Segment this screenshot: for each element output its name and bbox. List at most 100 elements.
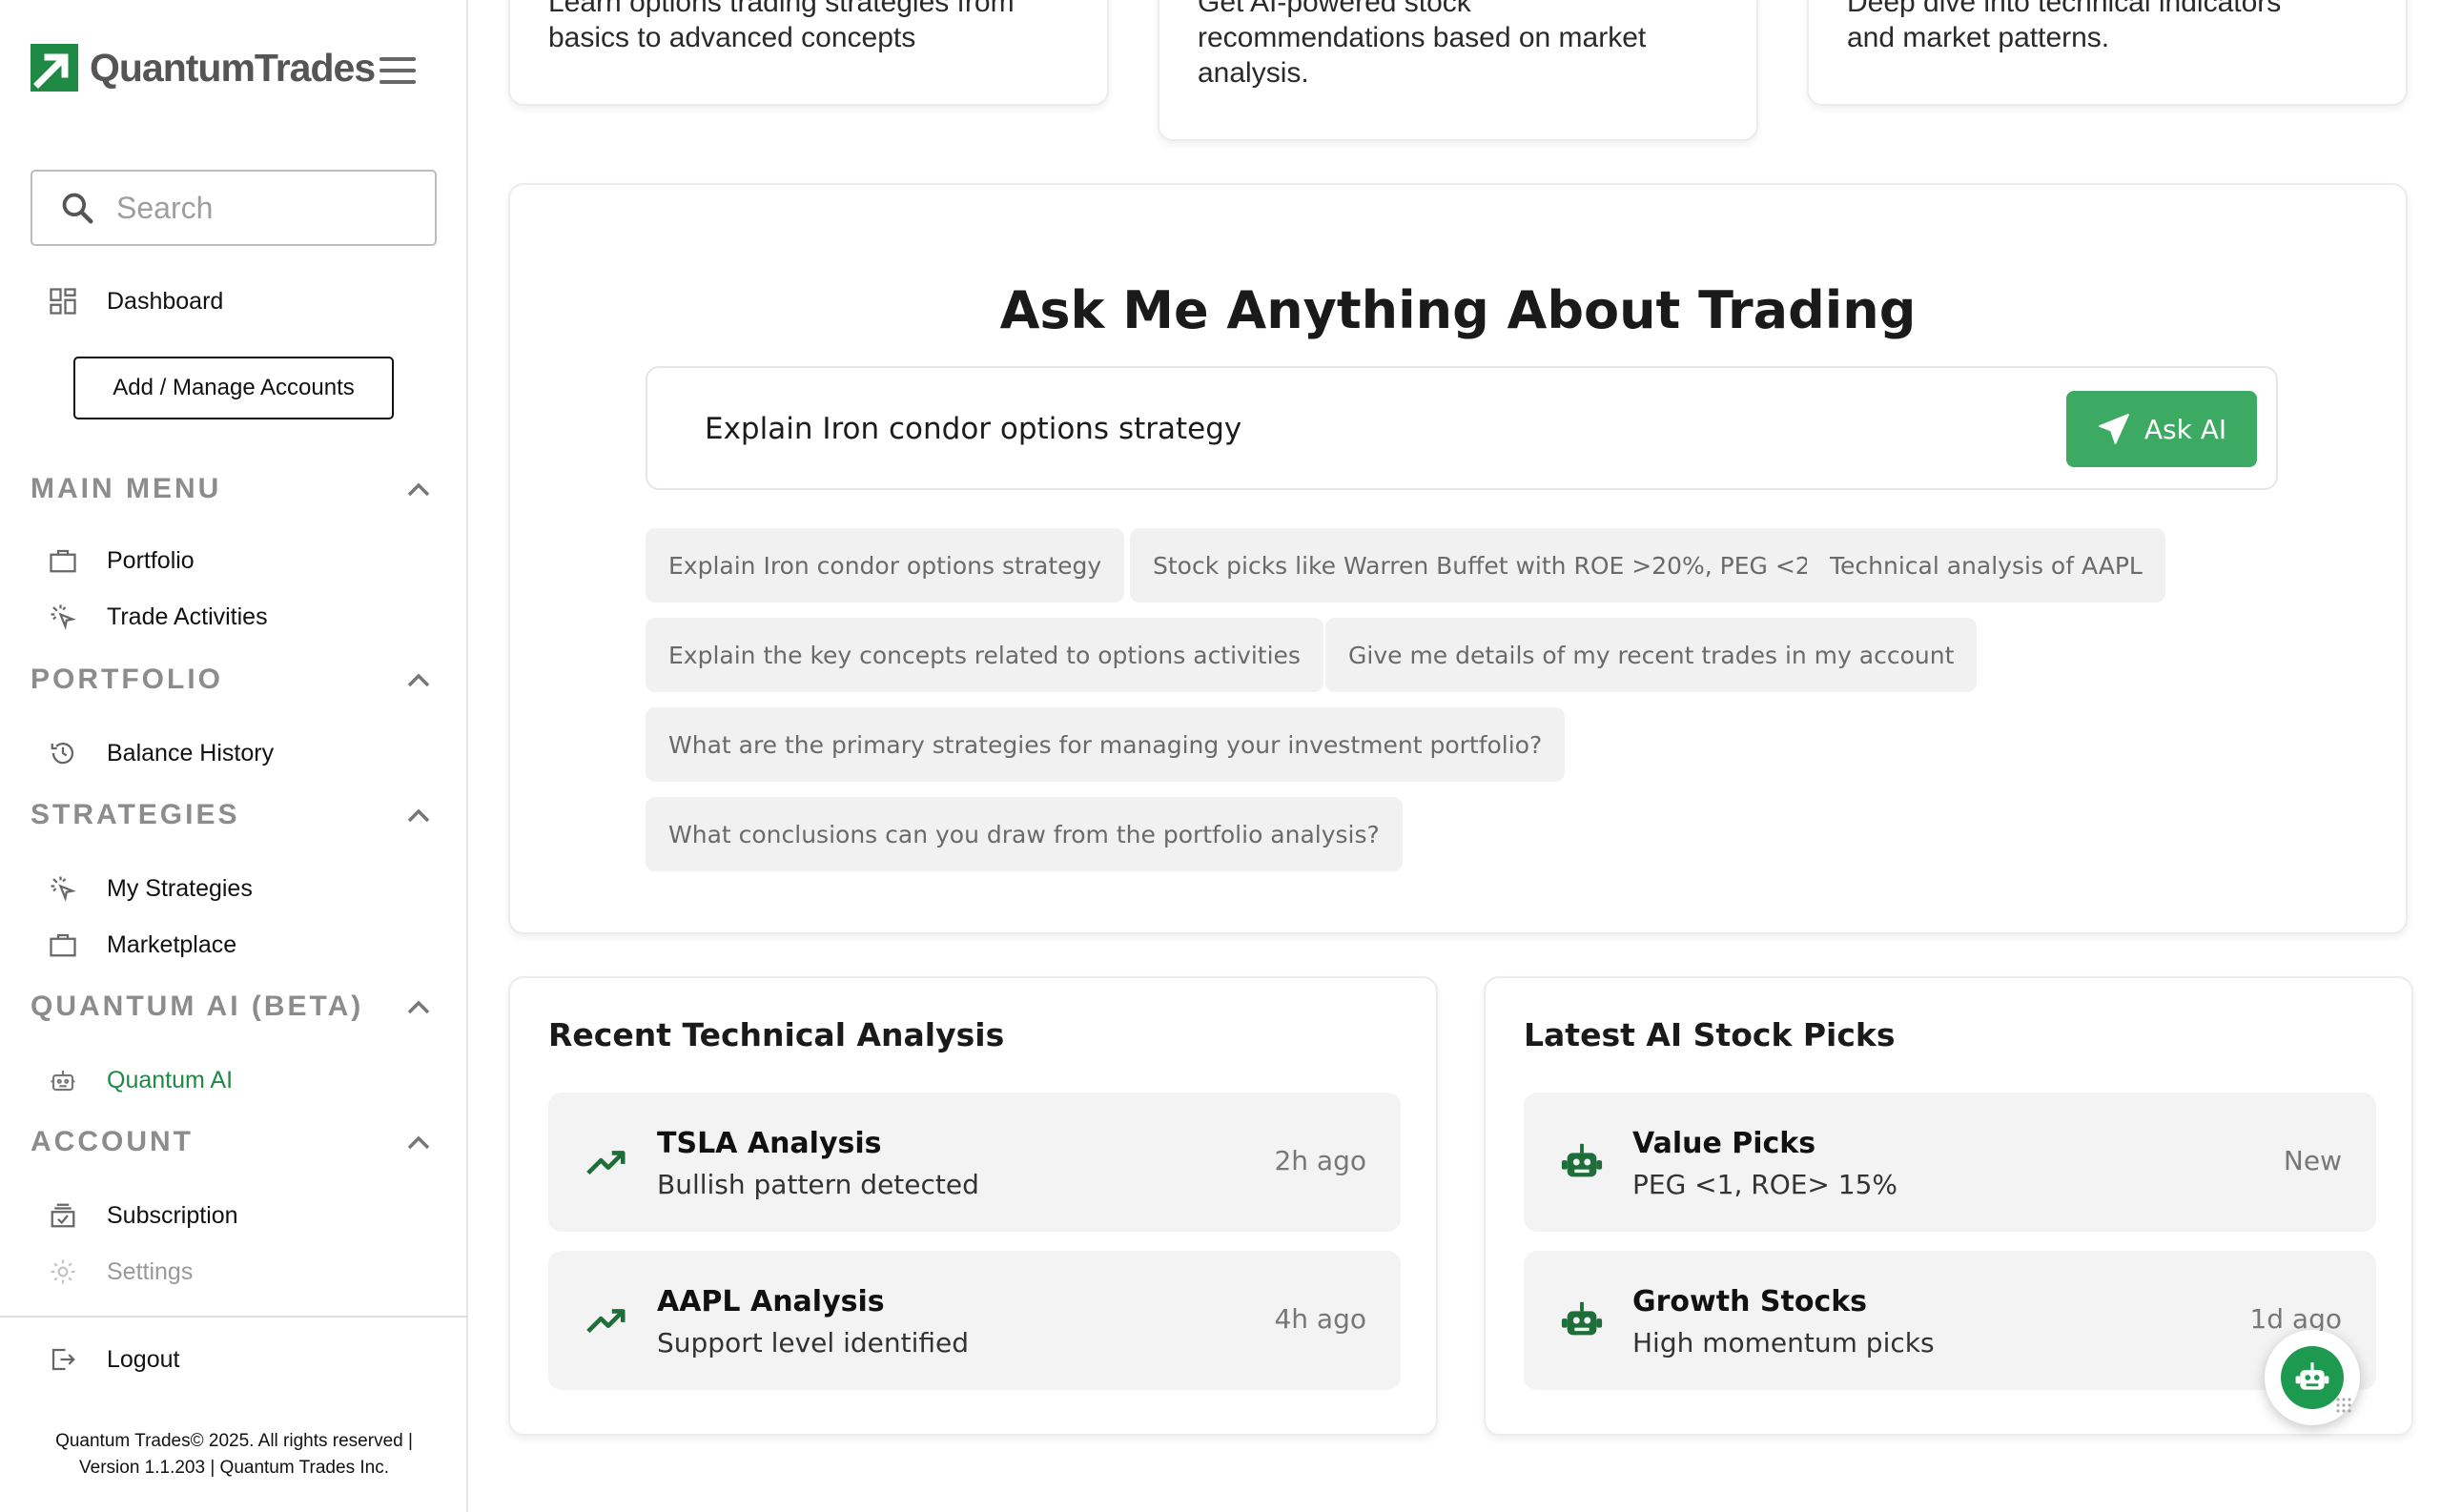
add-manage-accounts-button[interactable]: Add / Manage Accounts <box>73 357 394 419</box>
analysis-row-title: AAPL Analysis <box>657 1285 885 1318</box>
analysis-row-time: 2h ago <box>1274 1145 1366 1176</box>
nav-dashboard[interactable]: Dashboard <box>48 286 223 317</box>
nav-dashboard-label: Dashboard <box>107 287 224 315</box>
dashboard-icon <box>48 286 78 317</box>
ask-ai-button[interactable]: Ask AI <box>2066 391 2257 467</box>
robot-icon <box>1561 1301 1603 1336</box>
nav-my-strategies-label: My Strategies <box>107 874 253 902</box>
nav-trade-activities-label: Trade Activities <box>107 603 268 630</box>
subscription-icon <box>48 1200 78 1231</box>
feature-card-text: recommendations based on market <box>1198 22 1647 53</box>
nav-marketplace[interactable]: Marketplace <box>48 930 236 960</box>
stock-pick-time: 1d ago <box>2249 1303 2342 1335</box>
section-portfolio[interactable]: PORTFOLIO <box>31 664 431 696</box>
technical-analysis-title: Recent Technical Analysis <box>548 1016 1005 1053</box>
stock-pick-title: Value Picks <box>1632 1127 1816 1160</box>
suggestion-chip[interactable]: Explain the key concepts related to opti… <box>646 618 1323 692</box>
section-main-menu-title: MAIN MENU <box>31 473 222 504</box>
section-account[interactable]: ACCOUNT <box>31 1126 431 1158</box>
logo-icon <box>31 44 78 92</box>
analysis-row[interactable]: TSLA Analysis Bullish pattern detected 2… <box>548 1093 1401 1232</box>
feature-card-technical[interactable]: Deep dive into technical indicators and … <box>1807 0 2408 106</box>
robot-icon <box>1561 1143 1603 1177</box>
nav-quantum-ai[interactable]: Quantum AI <box>48 1065 233 1095</box>
chevron-up-icon <box>407 808 430 823</box>
chevron-up-icon <box>407 1000 430 1014</box>
nav-marketplace-label: Marketplace <box>107 930 237 958</box>
chevron-up-icon <box>407 482 430 497</box>
suggestion-chip[interactable]: Explain Iron condor options strategy <box>646 528 1125 603</box>
nav-balance-history-label: Balance History <box>107 739 275 766</box>
nav-trade-activities[interactable]: Trade Activities <box>48 602 268 632</box>
stock-picks-title: Latest AI Stock Picks <box>1524 1016 1896 1053</box>
nav-subscription[interactable]: Subscription <box>48 1200 238 1231</box>
chevron-up-icon <box>407 673 430 687</box>
section-portfolio-title: PORTFOLIO <box>31 664 223 695</box>
robot-icon <box>48 1065 78 1095</box>
technical-analysis-panel: Recent Technical Analysis TSLA Analysis … <box>508 976 1438 1436</box>
stock-pick-row[interactable]: Growth Stocks High momentum picks 1d ago <box>1524 1251 2376 1390</box>
sidebar: QuantumTrades Dashboard Add / Manage Acc… <box>0 0 468 1512</box>
ask-ai-input-container: Ask AI <box>646 366 2278 490</box>
search-icon <box>62 193 93 224</box>
suggestion-chip[interactable]: What are the primary strategies for mana… <box>646 707 1566 782</box>
analysis-row-title: TSLA Analysis <box>657 1127 882 1160</box>
stock-pick-badge: New <box>2283 1145 2342 1176</box>
analysis-row-subtitle: Support level identified <box>657 1327 969 1359</box>
search-field[interactable] <box>31 170 437 246</box>
section-account-title: ACCOUNT <box>31 1126 194 1157</box>
briefcase-icon <box>48 930 78 960</box>
suggestion-chip[interactable]: What conclusions can you draw from the p… <box>646 797 1403 871</box>
section-quantum-ai-title: QUANTUM AI (BETA) <box>31 991 364 1022</box>
footer-version: Version 1.1.203 | Quantum Trades Inc. <box>79 1458 389 1478</box>
ask-ai-panel: Ask Me Anything About Trading Ask AI Exp… <box>508 183 2408 934</box>
stock-pick-subtitle: PEG <1, ROE> 15% <box>1632 1169 1898 1200</box>
analysis-row-subtitle: Bullish pattern detected <box>657 1169 979 1200</box>
feature-card-text: Learn options trading strategies from <box>548 0 1015 18</box>
app-logo[interactable]: QuantumTrades <box>31 44 376 92</box>
suggestion-chip[interactable]: Stock picks like Warren Buffet with ROE … <box>1130 528 1834 603</box>
nav-my-strategies[interactable]: My Strategies <box>48 873 253 904</box>
history-icon <box>48 738 78 768</box>
footer-copyright: Quantum Trades© 2025. All rights reserve… <box>55 1431 413 1451</box>
sidebar-divider <box>0 1316 468 1318</box>
briefcase-icon <box>48 545 78 576</box>
trending-up-icon <box>586 1309 626 1334</box>
section-quantum-ai[interactable]: QUANTUM AI (BETA) <box>31 991 431 1023</box>
feature-card-ai-picks[interactable]: Get AI-powered stock recommendations bas… <box>1158 0 1758 141</box>
chevron-up-icon <box>407 1135 430 1150</box>
ask-ai-button-label: Ask AI <box>2144 413 2227 445</box>
section-strategies[interactable]: STRATEGIES <box>31 799 431 831</box>
drag-handle-icon[interactable] <box>2332 1394 2355 1417</box>
gear-icon <box>48 1257 78 1287</box>
logout-icon <box>48 1344 78 1375</box>
search-input[interactable] <box>116 190 402 226</box>
nav-settings[interactable]: Settings <box>48 1257 193 1287</box>
section-main-menu[interactable]: MAIN MENU <box>31 473 431 505</box>
stock-pick-subtitle: High momentum picks <box>1632 1327 1935 1359</box>
logout-button[interactable]: Logout <box>48 1344 179 1375</box>
nav-balance-history[interactable]: Balance History <box>48 738 274 768</box>
cursor-click-icon <box>48 602 78 632</box>
analysis-row-time: 4h ago <box>1274 1303 1366 1335</box>
suggestion-chip[interactable]: Give me details of my recent trades in m… <box>1325 618 1978 692</box>
stock-pick-row[interactable]: Value Picks PEG <1, ROE> 15% New <box>1524 1093 2376 1232</box>
menu-toggle-icon[interactable] <box>379 57 416 84</box>
stock-pick-title: Growth Stocks <box>1632 1285 1868 1318</box>
feature-card-text: Get AI-powered stock <box>1198 0 1471 18</box>
send-icon <box>2098 414 2129 444</box>
logout-label: Logout <box>107 1345 180 1373</box>
feature-card-options[interactable]: Learn options trading strategies from ba… <box>508 0 1109 106</box>
nav-subscription-label: Subscription <box>107 1201 238 1229</box>
feature-card-text: basics to advanced concepts <box>548 22 916 53</box>
app-name: QuantumTrades <box>90 45 376 90</box>
suggestion-chip[interactable]: Technical analysis of AAPL <box>1807 528 2165 603</box>
nav-settings-label: Settings <box>107 1257 194 1285</box>
feature-card-text: Deep dive into technical indicators <box>1847 0 2282 18</box>
nav-quantum-ai-label: Quantum AI <box>107 1066 234 1093</box>
analysis-row[interactable]: AAPL Analysis Support level identified 4… <box>548 1251 1401 1390</box>
ask-ai-input[interactable] <box>705 402 1944 456</box>
cursor-click-icon <box>48 873 78 904</box>
nav-portfolio[interactable]: Portfolio <box>48 545 195 576</box>
nav-portfolio-label: Portfolio <box>107 546 195 574</box>
